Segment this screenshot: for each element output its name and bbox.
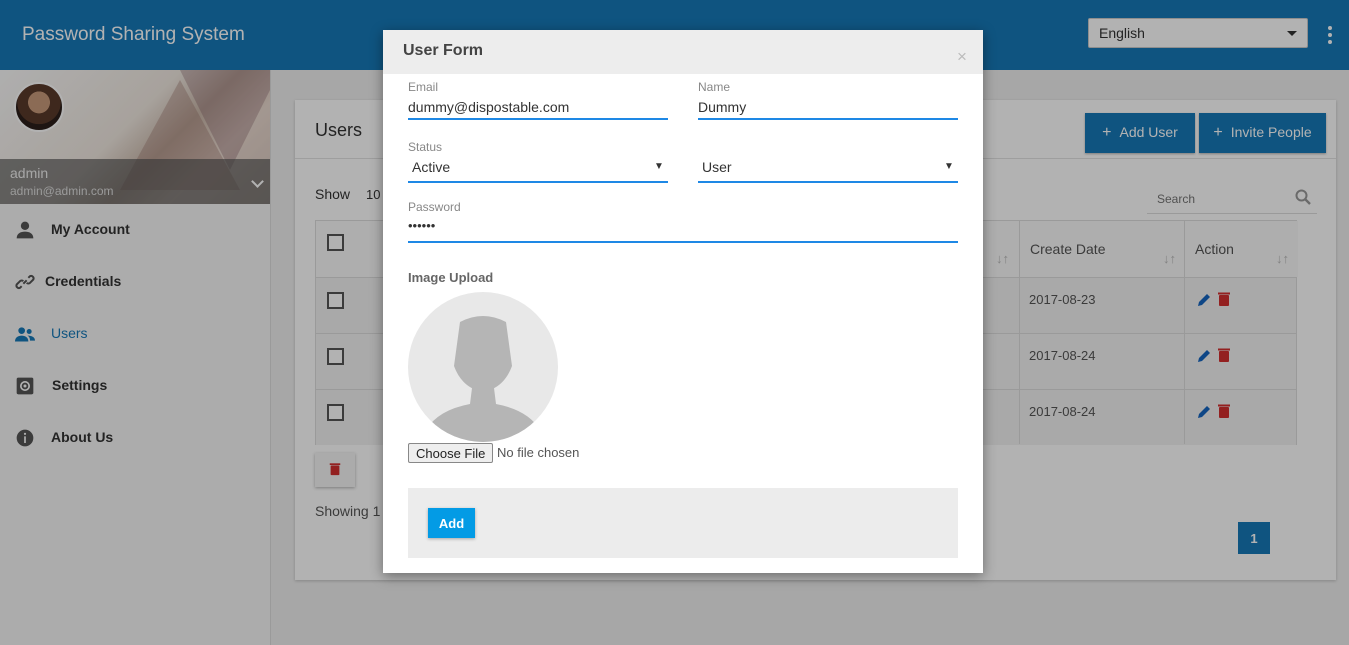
- modal-title: User Form: [403, 42, 484, 59]
- password-value: ••••••: [408, 218, 436, 233]
- modal-footer: Add: [408, 488, 958, 558]
- email-label: Email: [408, 80, 439, 94]
- role-select[interactable]: User ▼: [698, 156, 958, 184]
- user-form-modal: User Form × Email Name Status Active ▼ U…: [383, 30, 983, 573]
- image-upload-label: Image Upload: [408, 270, 494, 285]
- field-underline: [408, 181, 668, 183]
- status-select[interactable]: Active ▼: [408, 156, 668, 184]
- person-silhouette-icon: [420, 316, 546, 442]
- name-label: Name: [698, 80, 731, 94]
- name-field[interactable]: [698, 96, 958, 120]
- caret-down-icon: ▼: [654, 161, 664, 172]
- field-underline: [698, 181, 958, 183]
- modal-header: User Form ×: [383, 30, 983, 74]
- role-select-value: User: [702, 159, 732, 175]
- field-underline: [408, 241, 958, 243]
- close-icon[interactable]: ×: [957, 48, 967, 65]
- password-field[interactable]: ••••••: [408, 216, 958, 244]
- status-label: Status: [408, 140, 443, 154]
- status-select-value: Active: [412, 159, 451, 175]
- caret-down-icon: ▼: [944, 161, 954, 172]
- password-label: Password: [408, 200, 461, 214]
- avatar-placeholder: [408, 292, 558, 442]
- choose-file-button[interactable]: Choose File: [408, 443, 494, 463]
- add-button[interactable]: Add: [428, 508, 475, 538]
- email-field[interactable]: [408, 96, 668, 120]
- no-file-text: No file chosen: [497, 445, 580, 460]
